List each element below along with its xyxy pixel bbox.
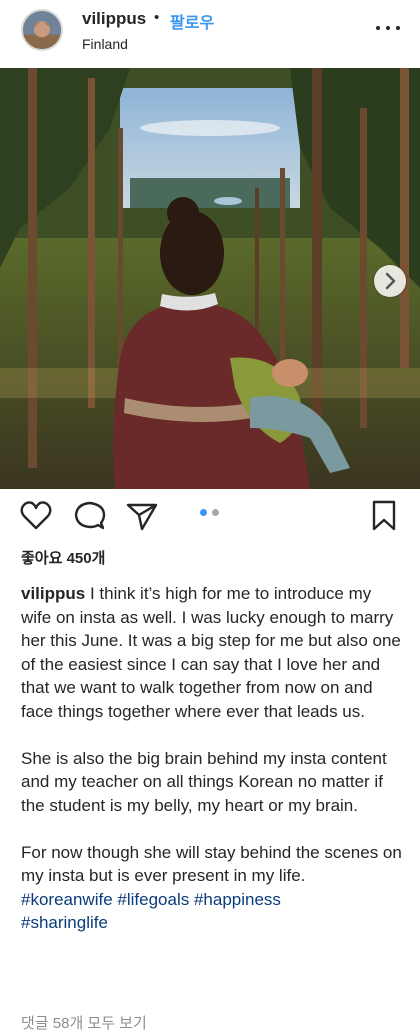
caption-paragraph-3: For now though she will stay behind the … bbox=[21, 842, 402, 886]
hashtag-list: #koreanwife #lifegoals #happiness #shari… bbox=[21, 888, 406, 935]
post-photo[interactable] bbox=[0, 68, 420, 489]
like-button[interactable] bbox=[18, 497, 54, 533]
forest-photo-image bbox=[0, 68, 420, 489]
hashtag-link[interactable]: #sharinglife bbox=[21, 913, 108, 932]
hashtag-link[interactable]: #koreanwife bbox=[21, 890, 113, 909]
caption-text-1: I think it’s high for me to introduce my… bbox=[21, 584, 401, 721]
follow-button[interactable]: 팔로우 bbox=[170, 9, 214, 33]
separator-dot: • bbox=[154, 9, 160, 26]
action-bar bbox=[0, 497, 420, 541]
save-button[interactable] bbox=[366, 497, 402, 533]
bookmark-icon bbox=[372, 500, 396, 531]
comment-button[interactable] bbox=[72, 497, 108, 533]
view-all-comments-link[interactable]: 댓글 58개 모두 보기 bbox=[21, 1012, 147, 1031]
comment-icon bbox=[74, 501, 106, 530]
post-caption: vilippus I think it’s high for me to int… bbox=[21, 582, 406, 935]
carousel-next-button[interactable] bbox=[374, 265, 406, 297]
send-icon bbox=[126, 503, 158, 531]
carousel-dot bbox=[212, 509, 219, 516]
heart-icon bbox=[20, 501, 52, 530]
carousel-indicator bbox=[200, 509, 224, 519]
more-options-icon[interactable] bbox=[374, 18, 402, 38]
hashtag-link[interactable]: #happiness bbox=[194, 890, 281, 909]
hashtag-link[interactable]: #lifegoals bbox=[117, 890, 189, 909]
caption-paragraph-1: vilippus I think it’s high for me to int… bbox=[21, 582, 406, 723]
chevron-right-icon bbox=[385, 272, 396, 290]
post-header: vilippus • 팔로우 Finland bbox=[0, 0, 420, 68]
caption-paragraph-2: She is also the big brain behind my inst… bbox=[21, 748, 387, 815]
carousel-dot-active bbox=[200, 509, 207, 516]
share-button[interactable] bbox=[124, 497, 160, 533]
like-count[interactable]: 좋아요 450개 bbox=[21, 547, 105, 568]
avatar-image bbox=[23, 11, 61, 49]
caption-username[interactable]: vilippus bbox=[21, 584, 85, 603]
avatar[interactable] bbox=[21, 9, 63, 51]
username[interactable]: vilippus bbox=[82, 9, 146, 29]
location-link[interactable]: Finland bbox=[82, 36, 128, 52]
